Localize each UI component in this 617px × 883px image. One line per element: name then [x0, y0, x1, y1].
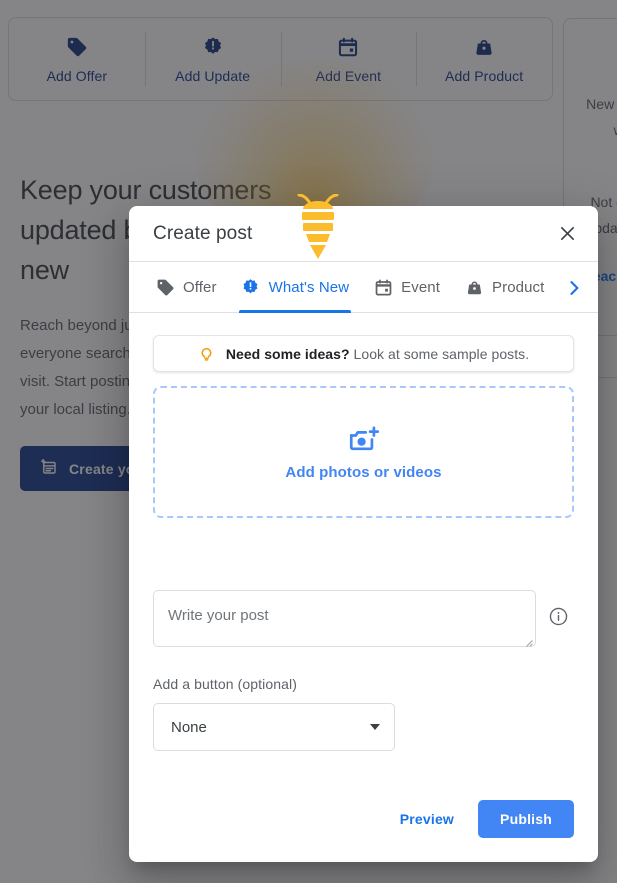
tab-whats-new[interactable]: What's New: [238, 262, 352, 313]
dialog-header: Create post: [129, 206, 598, 261]
calendar-icon: [373, 278, 393, 298]
add-photo-icon: [347, 423, 381, 457]
chevron-down-icon: [370, 724, 380, 730]
publish-button[interactable]: Publish: [478, 800, 574, 838]
tab-label: Product: [492, 279, 545, 296]
sample-posts-rest: Look at some sample posts.: [349, 345, 530, 362]
dialog-body: Need some ideas? Look at some sample pos…: [129, 313, 598, 770]
active-tab-indicator: [238, 310, 352, 313]
dialog-title: Create post: [153, 222, 253, 244]
sample-posts-banner[interactable]: Need some ideas? Look at some sample pos…: [153, 335, 574, 372]
add-button-label: Add a button (optional): [153, 676, 297, 692]
post-text-row: Write your post: [153, 590, 574, 647]
tab-label: Offer: [183, 279, 217, 296]
post-text-placeholder: Write your post: [168, 607, 269, 624]
preview-button[interactable]: Preview: [386, 801, 468, 837]
tab-offer[interactable]: Offer: [153, 262, 219, 313]
dialog-footer: Preview Publish: [129, 800, 598, 862]
close-icon[interactable]: [549, 216, 585, 252]
update-badge-icon: [241, 278, 261, 298]
tab-label: What's New: [268, 279, 350, 296]
tab-event[interactable]: Event: [371, 262, 442, 313]
basket-icon: [464, 278, 484, 298]
info-icon[interactable]: [548, 606, 569, 627]
tag-icon: [155, 278, 175, 298]
chevron-right-icon[interactable]: [558, 272, 590, 304]
post-text-input[interactable]: Write your post: [153, 590, 536, 647]
add-button-selected-value: None: [171, 718, 207, 736]
add-media-dropzone[interactable]: Add photos or videos: [153, 386, 574, 518]
sample-posts-text: Need some ideas? Look at some sample pos…: [226, 346, 529, 362]
tab-label: Event: [401, 279, 440, 296]
post-type-tabs: Offer What's New Event Product: [129, 262, 598, 313]
sample-posts-bold: Need some ideas?: [225, 345, 350, 362]
add-media-label: Add photos or videos: [285, 464, 442, 481]
lightbulb-icon: [198, 345, 216, 363]
resize-handle-icon[interactable]: [523, 634, 533, 647]
app-root: Add Offer Add Update Add Event Add Produ…: [0, 0, 617, 883]
add-button-select[interactable]: None: [153, 703, 395, 751]
tab-list: Offer What's New Event Product: [153, 262, 546, 313]
create-post-dialog: Create post Offer What's New Event Produ…: [129, 206, 598, 862]
tab-product[interactable]: Product: [462, 262, 546, 313]
